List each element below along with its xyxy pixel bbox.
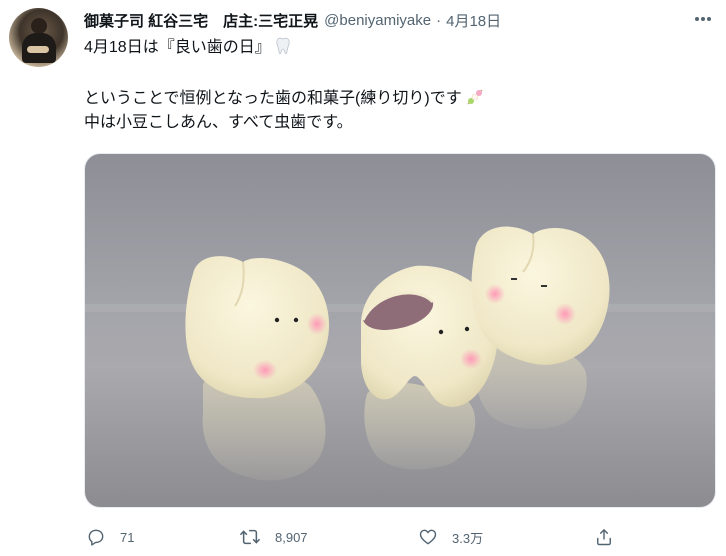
- more-icon: [695, 17, 711, 21]
- share-icon: [597, 528, 611, 546]
- retweet-icon: [239, 529, 261, 545]
- header-separator: ·: [436, 11, 442, 29]
- tooth-emoji-icon: [275, 37, 291, 62]
- tweet-text-line-1: 4月18日は『良い歯の日』: [84, 37, 291, 62]
- tweet-actions: 71 8,907 3.3万: [0, 524, 726, 550]
- dango-emoji-icon: [466, 88, 484, 113]
- avatar-figure-hands: [27, 46, 49, 53]
- reply-button[interactable]: 71: [86, 524, 134, 550]
- tweet-text-line-2: ということで恒例となった歯の和菓子(練り切り)です: [84, 88, 484, 113]
- retweet-button[interactable]: 8,907: [239, 524, 308, 550]
- share-button[interactable]: [594, 524, 614, 550]
- tweet: 御菓子司 紅谷三宅 店主:三宅正晃 @beniyamiyake · 4月18日 …: [0, 0, 726, 556]
- tweet-header: 御菓子司 紅谷三宅 店主:三宅正晃 @beniyamiyake · 4月18日: [84, 9, 501, 31]
- reply-count: 71: [120, 529, 135, 545]
- tweet-text-line-3-content: 中は小豆こしあん、すべて虫歯です。: [84, 114, 353, 131]
- like-button[interactable]: 3.3万: [418, 524, 483, 550]
- author-handle[interactable]: @beniyamiyake: [324, 12, 431, 29]
- tweet-photo[interactable]: [84, 153, 716, 508]
- retweet-count: 8,907: [275, 529, 308, 545]
- avatar[interactable]: [9, 8, 68, 67]
- tweet-text-line-2-content: ということで恒例となった歯の和菓子(練り切り)です: [84, 90, 462, 107]
- tweet-text-line-1-content: 4月18日は『良い歯の日』: [84, 39, 271, 56]
- author-name[interactable]: 御菓子司 紅谷三宅 店主:三宅正晃: [84, 10, 318, 31]
- avatar-figure-head: [31, 18, 47, 34]
- like-count: 3.3万: [452, 530, 484, 546]
- heart-icon: [419, 529, 437, 545]
- reply-icon: [88, 529, 104, 546]
- tweet-text-line-3: 中は小豆こしあん、すべて虫歯です。: [84, 112, 353, 134]
- tweet-date[interactable]: 4月18日: [446, 10, 501, 31]
- wagashi-tooth-left: [185, 256, 330, 399]
- wagashi-photo: [85, 154, 715, 507]
- more-options-button[interactable]: [690, 8, 716, 30]
